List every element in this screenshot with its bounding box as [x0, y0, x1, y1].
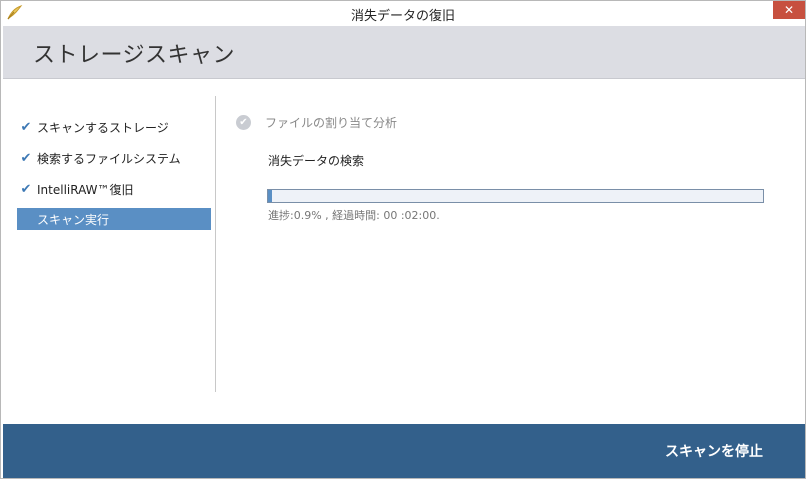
page-title: ストレージスキャン [33, 43, 236, 68]
window-title: 消失データの復旧 [350, 9, 455, 24]
page-header: ストレージスキャン [3, 26, 805, 79]
check-circle-icon: ✔ [236, 115, 251, 130]
footer-bar: スキャンを停止 [3, 424, 805, 478]
check-icon: ✔ [20, 119, 32, 135]
progress-bar [267, 189, 764, 203]
step-label: 検索するファイルシステム [37, 151, 181, 166]
progress-percent: :0.9% [290, 209, 322, 222]
progress-label: 進捗 [268, 209, 290, 222]
app-window: 消失データの復旧 ✕ ストレージスキャン ✔ スキャンするストレージ ✔ 検索す… [0, 0, 806, 479]
scan-progress-panel: ✔ ファイルの割り当て分析 消失データの検索 進捗:0.9% , 経過時間: 0… [231, 109, 791, 389]
step-scan-run[interactable]: スキャン実行 [17, 208, 211, 230]
step-intelliraw[interactable]: ✔ IntelliRAW™復旧 [17, 178, 211, 200]
wizard-steps: ✔ スキャンするストレージ ✔ 検索するファイルシステム ✔ IntelliRA… [3, 96, 215, 392]
phase-label: ファイルの割り当て分析 [265, 116, 398, 130]
check-icon: ✔ [20, 181, 32, 197]
step-storage[interactable]: ✔ スキャンするストレージ [17, 116, 211, 138]
stop-scan-button[interactable]: スキャンを停止 [665, 441, 763, 461]
step-label: IntelliRAW™復旧 [37, 182, 134, 197]
phase-row: ✔ ファイルの割り当て分析 [236, 114, 397, 131]
step-filesystem[interactable]: ✔ 検索するファイルシステム [17, 147, 211, 169]
progress-fill [268, 190, 273, 202]
close-button[interactable]: ✕ [773, 1, 805, 19]
close-icon: ✕ [783, 3, 795, 17]
progress-status: 進捗:0.9% , 経過時間: 00 :02:00. [268, 207, 440, 223]
step-label: スキャン実行 [37, 212, 110, 227]
elapsed-label: 経過時間 [332, 209, 377, 222]
step-label: スキャンするストレージ [37, 120, 169, 135]
check-icon: ✔ [20, 150, 32, 166]
progress-separator: , [321, 209, 333, 222]
elapsed-time: : 00 :02:00. [376, 209, 440, 222]
sidebar-divider [215, 96, 216, 392]
subtask-label: 消失データの検索 [268, 154, 365, 168]
title-bar: 消失データの復旧 ✕ [1, 1, 805, 26]
